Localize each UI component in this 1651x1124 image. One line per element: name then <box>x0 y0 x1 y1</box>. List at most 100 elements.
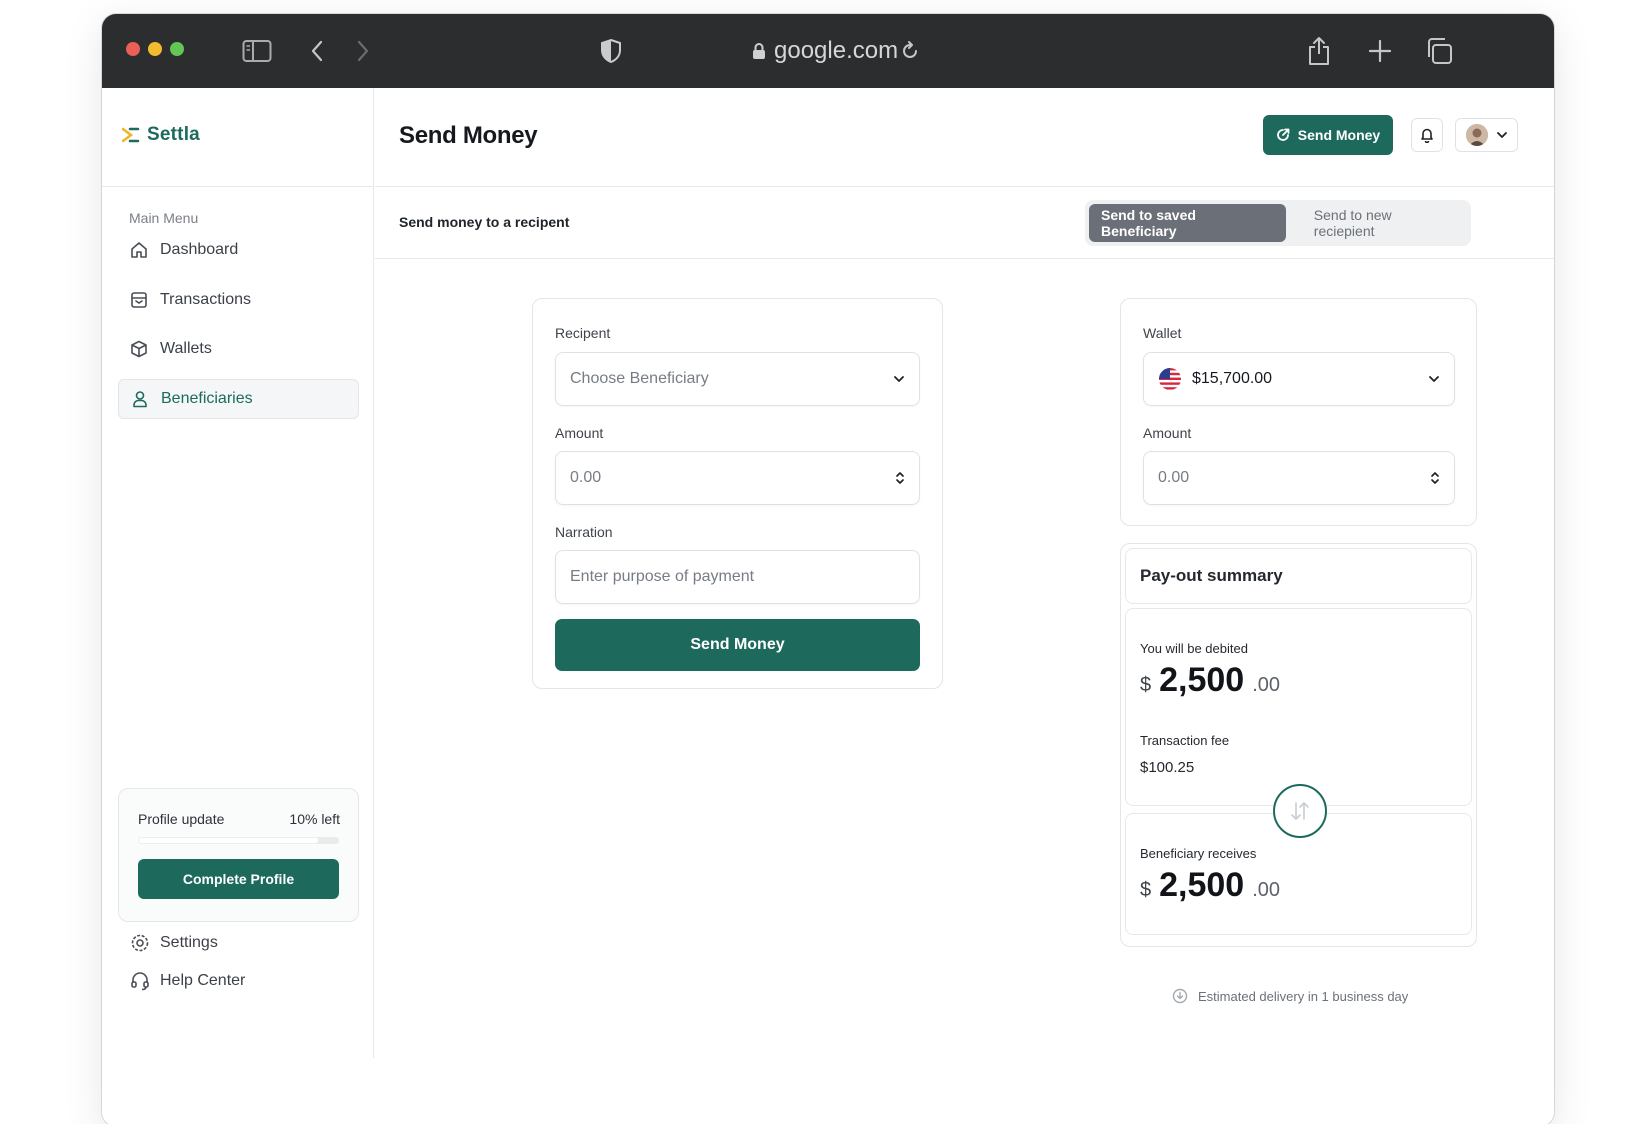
tab-saved-beneficiary[interactable]: Send to saved Beneficiary <box>1089 204 1286 242</box>
amount-value: 0.00 <box>570 469 602 486</box>
delivery-estimate-text: Estimated delivery in 1 business day <box>1198 988 1409 1004</box>
close-window-button[interactable] <box>126 42 140 56</box>
url-text: google.com <box>774 37 899 64</box>
receives-whole: 2,500 <box>1159 866 1245 904</box>
sidebar-item-dashboard[interactable]: Dashboard <box>118 230 359 270</box>
page-subtitle: Send money to a recipent <box>399 214 570 230</box>
payout-summary-header: Pay-out summary <box>1125 548 1472 604</box>
sidebar-item-label: Wallets <box>160 340 212 357</box>
sidebar: Settla Main Menu Dashboard Transactions … <box>102 88 374 1058</box>
debited-decimal: .00 <box>1252 674 1281 696</box>
minimize-window-button[interactable] <box>148 42 162 56</box>
sidebar-item-wallets[interactable]: Wallets <box>118 329 359 369</box>
sidebar-item-transactions[interactable]: Transactions <box>118 280 359 320</box>
headset-icon <box>131 972 149 991</box>
fee-label: Transaction fee <box>1140 733 1230 748</box>
debited-amount: $ 2,500 .00 <box>1140 661 1280 700</box>
notifications-button[interactable] <box>1411 118 1443 152</box>
receives-currency: $ <box>1140 879 1152 901</box>
new-tab-icon[interactable] <box>1367 38 1393 64</box>
inbox-icon <box>131 292 147 308</box>
debited-whole: 2,500 <box>1159 661 1245 699</box>
app-container: Settla Main Menu Dashboard Transactions … <box>102 88 1554 1124</box>
page-title: Send Money <box>399 122 538 149</box>
beneficiary-placeholder: Choose Beneficiary <box>570 370 709 387</box>
profile-progress-bar <box>138 837 339 844</box>
receives-label: Beneficiary receives <box>1140 846 1257 861</box>
recipient-label: Recipent <box>555 325 611 341</box>
wallet-amount-label: Amount <box>1143 425 1192 441</box>
user-icon <box>133 391 147 408</box>
send-money-form: Recipent Choose Beneficiary Amount 0.00 … <box>532 298 943 689</box>
profile-progress-fill <box>138 837 319 844</box>
sidebar-item-help-center[interactable]: Help Center <box>130 971 245 991</box>
share-icon[interactable] <box>1304 34 1334 68</box>
main-content: Send Money Send Money Send money to a re… <box>375 88 1554 1058</box>
delivery-estimate: Estimated delivery in 1 business day <box>1172 988 1408 1004</box>
debited-label: You will be debited <box>1140 641 1248 656</box>
gear-icon <box>131 934 149 952</box>
account-menu-button[interactable] <box>1455 118 1518 152</box>
narration-label: Narration <box>555 524 613 540</box>
wallet-balance: $15,700.00 <box>1192 370 1273 387</box>
sidebar-item-label: Dashboard <box>160 241 239 258</box>
profile-update-title: Profile update <box>138 811 225 827</box>
debit-section: You will be debited $ 2,500 .00 Transact… <box>1125 608 1472 806</box>
header-send-money-button[interactable]: Send Money <box>1263 115 1393 155</box>
tab-new-recipient[interactable]: Send to new reciepient <box>1290 204 1467 242</box>
divider <box>375 258 1554 259</box>
brand-logo[interactable]: Settla <box>122 124 200 146</box>
logo-mark-icon <box>122 127 140 143</box>
wallet-amount-input[interactable]: 0.00 <box>1143 451 1455 505</box>
sidebar-item-label: Settings <box>160 934 218 951</box>
sidebar-item-label: Transactions <box>160 291 251 308</box>
sidebar-item-settings[interactable]: Settings <box>130 933 218 953</box>
brand-name: Settla <box>147 124 200 145</box>
forward-arrow-icon[interactable] <box>351 36 375 66</box>
narration-input[interactable]: Enter purpose of payment <box>555 550 920 604</box>
stepper-icon[interactable] <box>895 471 905 485</box>
debited-currency: $ <box>1140 674 1152 696</box>
clock-download-icon <box>1172 988 1188 1004</box>
bell-icon <box>1421 128 1433 143</box>
beneficiary-select[interactable]: Choose Beneficiary <box>555 352 920 406</box>
chevron-down-icon <box>894 376 904 382</box>
sidebar-item-label: Help Center <box>160 972 246 989</box>
narration-placeholder: Enter purpose of payment <box>570 568 755 585</box>
swap-icon[interactable] <box>1273 784 1327 838</box>
sidebar-item-label: Beneficiaries <box>161 390 253 407</box>
wallet-card: Wallet $15,700.00 Amount 0.00 <box>1120 298 1477 526</box>
wallet-label: Wallet <box>1143 325 1182 341</box>
stepper-icon[interactable] <box>1430 471 1440 485</box>
profile-update-card: Profile update 10% left Complete Profile <box>118 788 359 922</box>
home-icon <box>131 242 147 258</box>
back-arrow-icon[interactable] <box>305 36 329 66</box>
browser-window: google.com Settla Main Menu Dashboard Tr… <box>102 14 1554 1124</box>
wallet-amount-value: 0.00 <box>1158 469 1190 486</box>
payout-summary-card: Pay-out summary You will be debited $ 2,… <box>1120 543 1477 947</box>
sidebar-item-beneficiaries[interactable]: Beneficiaries <box>118 379 359 419</box>
complete-profile-button[interactable]: Complete Profile <box>138 859 339 899</box>
maximize-window-button[interactable] <box>170 42 184 56</box>
wallet-select[interactable]: $15,700.00 <box>1143 352 1455 406</box>
cube-icon <box>131 340 147 358</box>
divider <box>375 186 1554 187</box>
chevron-down-icon <box>1496 131 1507 138</box>
header-send-money-label: Send Money <box>1297 127 1381 143</box>
address-bar[interactable]: google.com <box>752 34 898 68</box>
reload-icon[interactable] <box>898 38 922 64</box>
send-money-button[interactable]: Send Money <box>555 619 920 671</box>
chevron-down-icon <box>1429 376 1439 382</box>
payout-summary-title: Pay-out summary <box>1140 566 1283 585</box>
receives-amount: $ 2,500 .00 <box>1140 866 1280 905</box>
tabs-overview-icon[interactable] <box>1424 36 1454 66</box>
amount-input[interactable]: 0.00 <box>555 451 920 505</box>
sidebar-toggle-icon[interactable] <box>242 36 272 66</box>
fee-value: $100.25 <box>1140 759 1195 776</box>
shield-icon[interactable] <box>598 36 624 66</box>
menu-section-title: Main Menu <box>129 210 199 226</box>
us-flag-icon <box>1159 368 1181 390</box>
browser-toolbar: google.com <box>102 14 1554 88</box>
avatar <box>1466 124 1489 146</box>
divider <box>102 186 374 187</box>
